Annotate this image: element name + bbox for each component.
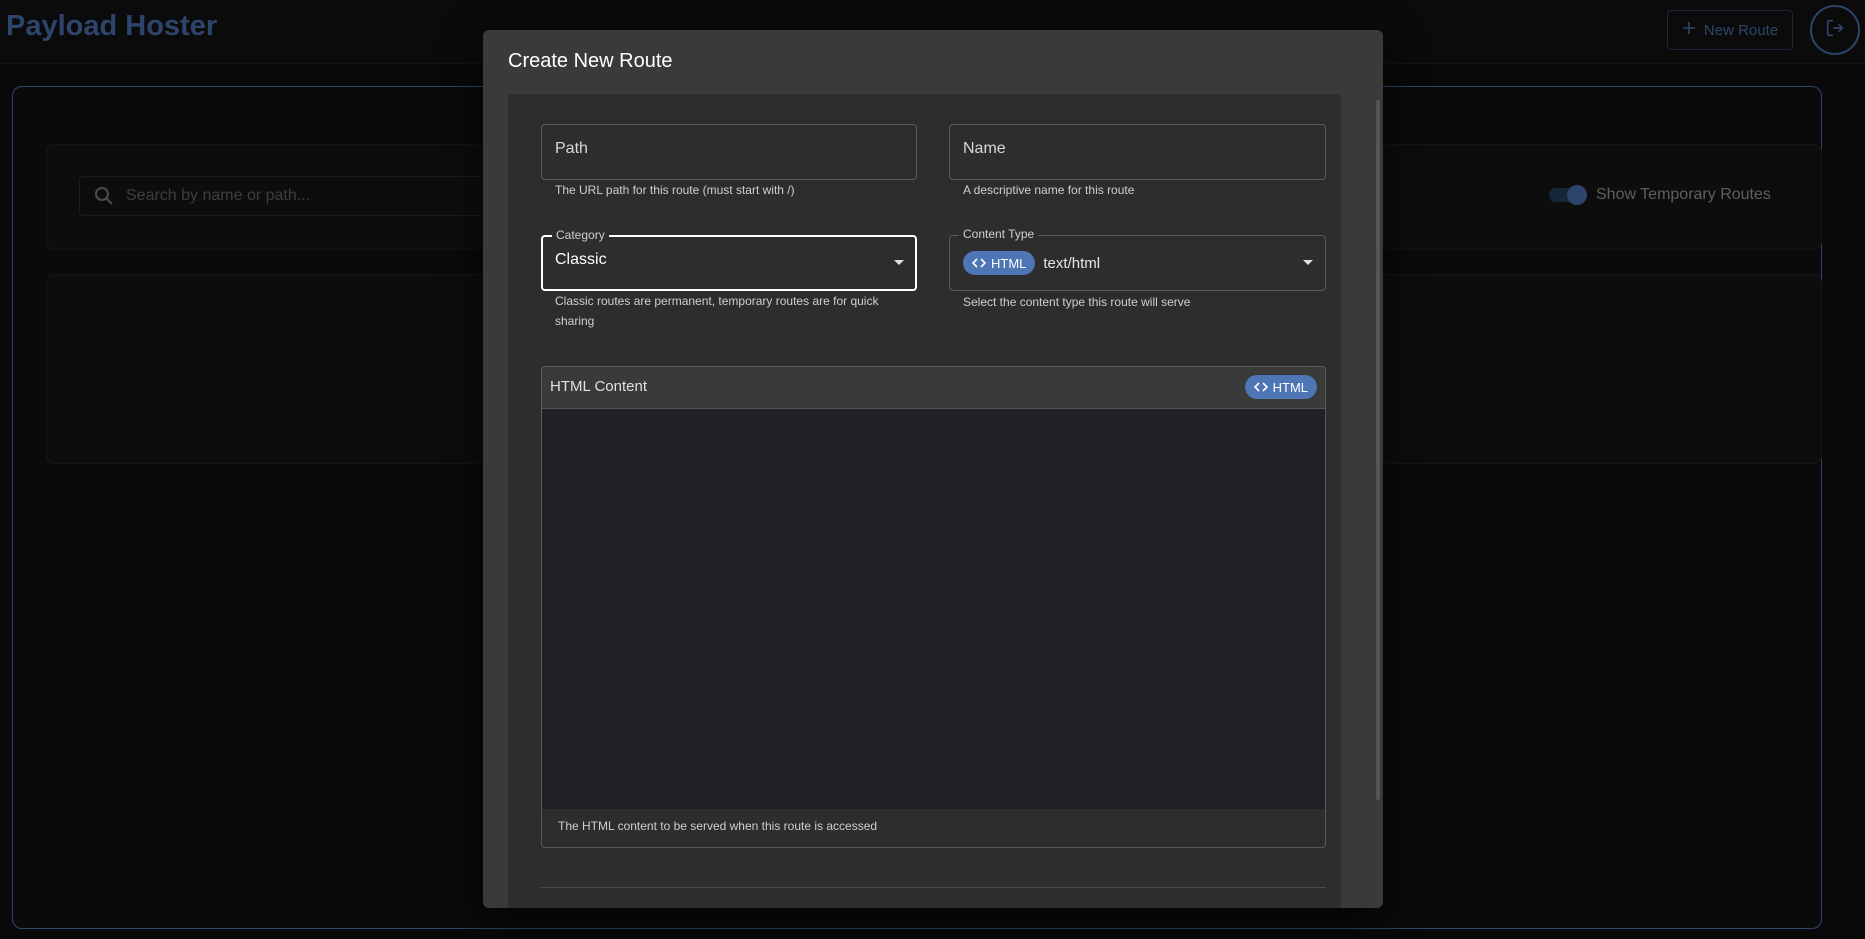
code-icon bbox=[1253, 382, 1268, 392]
content-type-value: text/html bbox=[1043, 254, 1101, 272]
editor-title: HTML Content bbox=[550, 378, 647, 395]
dialog-divider bbox=[541, 887, 1326, 888]
editor-chip-label: HTML bbox=[1272, 379, 1308, 395]
name-helper: A descriptive name for this route bbox=[963, 183, 1135, 197]
name-placeholder: Name bbox=[963, 140, 1006, 157]
html-chip-label: HTML bbox=[991, 255, 1027, 271]
path-placeholder: Path bbox=[555, 140, 588, 157]
chevron-down-icon bbox=[1303, 260, 1313, 265]
category-helper: Classic routes are permanent, temporary … bbox=[555, 294, 879, 328]
editor-header: HTML Content HTML bbox=[542, 367, 1325, 409]
path-helper: The URL path for this route (must start … bbox=[555, 183, 795, 197]
code-icon bbox=[972, 258, 986, 268]
content-type-helper: Select the content type this route will … bbox=[963, 295, 1191, 309]
dialog-scrollbar[interactable] bbox=[1376, 100, 1380, 800]
chevron-down-icon bbox=[894, 260, 904, 265]
path-input[interactable]: Path bbox=[541, 124, 917, 180]
html-chip: HTML bbox=[963, 251, 1036, 275]
html-content-editor: HTML Content HTML The HTML content to be… bbox=[541, 366, 1326, 848]
editor-helper: The HTML content to be served when this … bbox=[558, 819, 878, 833]
content-type-label: Content Type bbox=[959, 227, 1039, 241]
editor-html-chip: HTML bbox=[1244, 375, 1317, 399]
category-select[interactable]: Category Classic bbox=[541, 228, 917, 291]
code-editor-area[interactable] bbox=[542, 409, 1325, 809]
category-label: Category bbox=[552, 228, 609, 242]
dialog-title: Create New Route bbox=[508, 50, 673, 72]
category-value: Classic bbox=[555, 251, 607, 268]
name-input[interactable]: Name bbox=[949, 124, 1326, 180]
content-type-select[interactable]: Content Type HTML text/html bbox=[949, 227, 1326, 291]
